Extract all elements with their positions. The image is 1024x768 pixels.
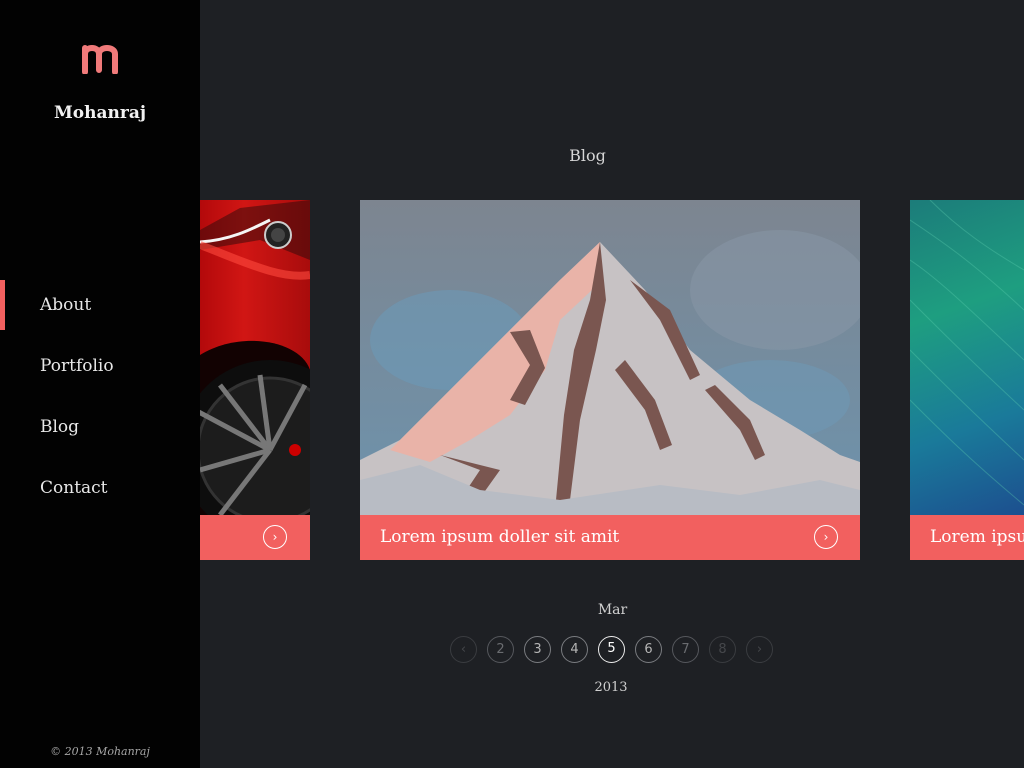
page-3[interactable]: 3 [524,636,551,663]
nav-item-label: Blog [40,417,80,437]
pager-year: 2013 [594,680,628,695]
nav-item-label: Contact [40,478,108,498]
card-title[interactable]: Lorem ipsum doller sit amit [930,515,1024,560]
nav-item-portfolio[interactable]: Portfolio [0,341,200,402]
chevron-left-icon[interactable]: ‹ [450,636,477,663]
arrow-right-circle-icon[interactable]: › [814,525,838,549]
card-caption-bar: › [200,515,310,560]
page-4[interactable]: 4 [561,636,588,663]
pager-month: Mar [597,602,628,618]
blog-card-prev[interactable]: › [200,200,310,560]
blog-card-next[interactable]: Lorem ipsum doller sit amit [910,200,1024,560]
copyright: © 2013 Mohanraj [50,745,150,758]
card-caption-bar: Lorem ipsum doller sit amit › [360,515,860,560]
page-7[interactable]: 7 [672,636,699,663]
page-6[interactable]: 6 [635,636,662,663]
red-car-photo [200,200,310,515]
brand-name[interactable]: Mohanraj [0,103,200,123]
nav-item-blog[interactable]: Blog [0,402,200,463]
blog-card-current[interactable]: Lorem ipsum doller sit amit › [360,200,860,560]
page-8[interactable]: 8 [709,636,736,663]
main-nav: About Portfolio Blog Contact [0,280,200,524]
snowy-mountain-painting [360,200,860,515]
nav-item-contact[interactable]: Contact [0,463,200,524]
page-title: Blog [569,146,606,165]
nav-item-label: About [40,295,92,315]
chevron-right-icon[interactable]: › [746,636,773,663]
card-caption-bar: Lorem ipsum doller sit amit [910,515,1024,560]
nav-item-about[interactable]: About [0,280,200,341]
m-logo-icon[interactable] [81,40,121,74]
page-2[interactable]: 2 [487,636,514,663]
nav-item-label: Portfolio [40,356,114,376]
page-5-current[interactable]: 5 [598,636,625,663]
date-pager: ‹ 2 3 4 5 6 7 8 › [0,636,1024,663]
card-title[interactable]: Lorem ipsum doller sit amit [380,515,619,560]
ocean-wave-photo [910,200,1024,515]
arrow-right-circle-icon[interactable]: › [263,525,287,549]
